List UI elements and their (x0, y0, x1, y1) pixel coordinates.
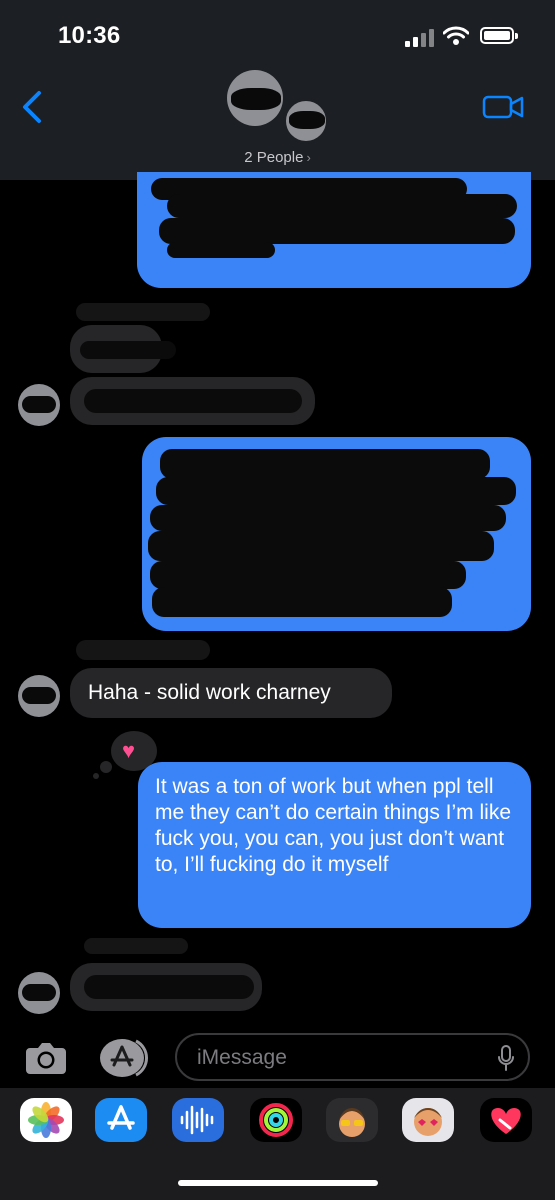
group-avatar-primary[interactable] (227, 70, 283, 126)
received-message-text: Haha - solid work charney (88, 681, 331, 704)
activity-app-icon[interactable] (250, 1098, 302, 1142)
camera-icon[interactable] (24, 1040, 68, 1076)
redacted-sender-name (76, 303, 210, 321)
sent-message-bubble-redacted[interactable] (137, 172, 531, 288)
sent-message-text: It was a ton of work but when ppl tell m… (155, 775, 511, 876)
photos-app-icon[interactable] (20, 1098, 72, 1142)
signal-icon (405, 29, 435, 47)
digital-touch-app-icon[interactable] (480, 1098, 532, 1142)
received-message-bubble-redacted[interactable] (70, 377, 315, 425)
sender-avatar[interactable] (18, 675, 60, 717)
sender-avatar[interactable] (18, 972, 60, 1014)
received-message-bubble-redacted[interactable] (70, 325, 176, 373)
heart-icon: ♥ (122, 738, 136, 763)
back-chevron-icon[interactable] (20, 90, 44, 124)
group-people-link[interactable]: 2 People › (0, 149, 555, 166)
video-camera-icon[interactable] (482, 94, 524, 120)
status-time: 10:36 (58, 22, 121, 49)
microphone-icon[interactable] (498, 1045, 514, 1071)
message-compose-field[interactable] (175, 1033, 530, 1081)
wifi-icon (443, 26, 469, 45)
group-avatar-secondary[interactable] (283, 98, 329, 144)
sent-message-bubble[interactable]: It was a ton of work but when ppl tell m… (138, 762, 531, 928)
memoji-stickers-app-icon[interactable] (402, 1098, 454, 1142)
app-store-icon[interactable] (100, 1038, 150, 1078)
redacted-sender-name (84, 938, 188, 954)
battery-icon (480, 27, 518, 44)
imessage-input[interactable] (195, 1043, 489, 1073)
home-indicator[interactable] (178, 1180, 378, 1186)
memoji-app-icon[interactable] (326, 1098, 378, 1142)
app-store-app-icon[interactable] (95, 1098, 147, 1142)
received-message-bubble-redacted[interactable] (70, 963, 262, 1011)
people-count-label: 2 People (244, 149, 304, 166)
chevron-right-icon: › (306, 150, 311, 165)
sent-message-bubble-redacted[interactable] (142, 437, 531, 631)
received-message-bubble[interactable]: Haha - solid work charney (70, 668, 392, 718)
audio-message-app-icon[interactable] (172, 1098, 224, 1142)
sender-avatar[interactable] (18, 384, 60, 426)
redacted-sender-name (76, 640, 210, 660)
